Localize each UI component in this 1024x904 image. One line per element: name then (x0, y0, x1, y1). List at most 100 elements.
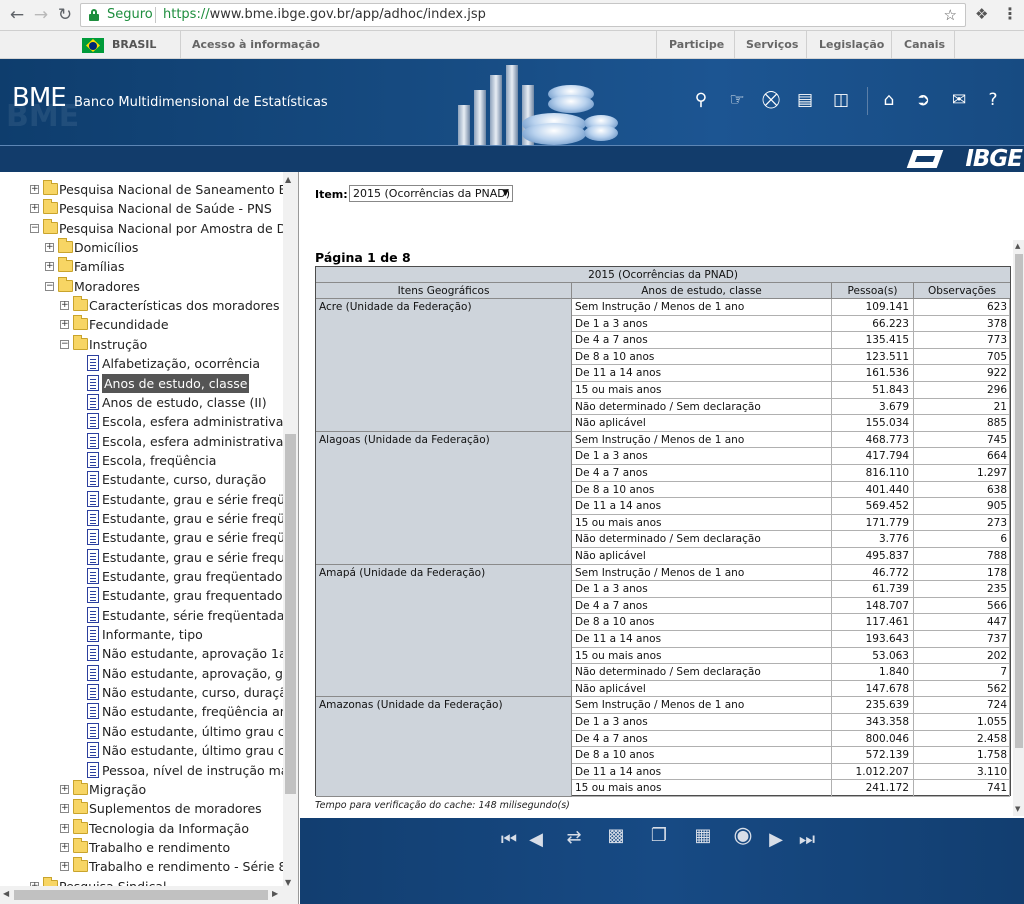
tree-item[interactable]: Anos de estudo, classe (0, 373, 283, 393)
tree-item[interactable]: + Pesquisa Nacional de Saneamento B (0, 180, 287, 199)
scroll-right-icon[interactable]: ▶ (272, 889, 278, 898)
tree-item[interactable]: Não estudante, último grau c (0, 722, 285, 741)
back-icon[interactable]: ← (6, 4, 28, 26)
add-to-cart-icon[interactable]: ☞ (726, 89, 748, 111)
scroll-down-icon[interactable]: ▼ (1015, 805, 1020, 813)
tree-item[interactable]: Estudante, grau e série freqü (0, 528, 285, 547)
exit-icon[interactable]: ➲ (912, 89, 934, 111)
tree-item-label[interactable]: Estudante, série freqüentada (102, 606, 284, 625)
tree-item-label[interactable]: Características dos moradores (89, 296, 280, 315)
trash-icon[interactable]: ◫ (830, 89, 852, 111)
tree-item[interactable]: Não estudante, freqüência an (0, 702, 288, 721)
tree-item-label[interactable]: Estudante, grau freqüentado (102, 567, 283, 586)
tree-item[interactable]: Pessoa, nível de instrução ma (0, 761, 288, 780)
tree-item-label[interactable]: Estudante, grau e série freqü (102, 528, 285, 547)
tree-item-label[interactable]: Pesquisa Nacional de Saúde - PNS (59, 199, 272, 218)
tree-item-label[interactable]: Famílias (74, 257, 124, 276)
tree-item-label[interactable]: Estudante, grau frequentado (102, 586, 283, 605)
tree-item[interactable]: + Pesquisa Nacional de Saúde - PNS (0, 199, 283, 218)
servicos-link[interactable]: Serviços (746, 31, 798, 59)
cart-icon[interactable]: ▤ (794, 89, 816, 111)
tree-hscroll-thumb[interactable] (14, 890, 268, 900)
tree-item[interactable]: Escola, esfera administrativa (0, 412, 283, 431)
expand-icon[interactable]: + (30, 185, 39, 194)
first-page-icon[interactable]: ⏮ (498, 828, 520, 852)
expand-icon[interactable]: + (30, 204, 39, 214)
calendar-grid-icon[interactable]: ▦ (690, 824, 716, 848)
expand-icon[interactable]: + (60, 842, 69, 852)
tree-item-label[interactable]: Não estudante, aprovação, gr (102, 664, 288, 683)
tree-item-label-selected[interactable]: Anos de estudo, classe (102, 373, 250, 393)
brasil-link[interactable]: BRASIL (112, 31, 156, 59)
tree-item[interactable]: + Tecnologia da Informação (0, 818, 283, 838)
home-icon[interactable]: ⌂ (878, 89, 900, 111)
mail-icon[interactable]: ✉ (948, 89, 970, 111)
tree-item-label[interactable]: Escola, esfera administrativa (102, 432, 283, 451)
tree-item-label[interactable]: Escola, freqüência (102, 451, 216, 470)
tree-item-label[interactable]: Não estudante, curso, duraçã (102, 683, 287, 702)
expand-icon[interactable]: + (60, 823, 69, 833)
help-icon[interactable]: ? (982, 89, 1004, 111)
participe-link[interactable]: Participe (669, 31, 724, 59)
tree-item[interactable]: + Migração (0, 779, 283, 799)
tree-item[interactable]: Não estudante, aprovação 1a (0, 644, 287, 663)
tree-item-label[interactable]: Escola, esfera administrativa (102, 412, 283, 431)
tree-item[interactable]: Estudante, grau frequentado (0, 586, 283, 605)
tree-item[interactable]: + Famílias (0, 257, 283, 276)
scroll-left-icon[interactable]: ◀ (3, 889, 9, 898)
tree-item-label[interactable]: Pesquisa Nacional de Saneamento B (59, 180, 287, 199)
tree-item[interactable]: Estudante, curso, duração (0, 470, 283, 489)
tree-item[interactable]: Não estudante, curso, duraçã (0, 683, 287, 702)
windows-icon[interactable]: ❐ (646, 824, 672, 848)
tree-item-label[interactable]: Informante, tipo (102, 625, 203, 644)
refresh-icon[interactable]: ⇄ (562, 826, 586, 850)
legislacao-link[interactable]: Legislação (819, 31, 884, 59)
tree-item-label[interactable]: Domicílios (74, 238, 138, 257)
expand-icon[interactable]: + (45, 243, 54, 253)
last-page-icon[interactable]: ⏭ (796, 828, 818, 852)
ibge-logo[interactable]: IBGE (965, 146, 1023, 172)
tree-item-label[interactable]: Tecnologia da Informação (89, 819, 249, 838)
tree-item-label[interactable]: Moradores (74, 277, 140, 296)
tree-item[interactable]: Estudante, série freqüentada (0, 606, 284, 625)
collapse-icon[interactable]: − (45, 281, 54, 291)
globe-icon[interactable]: ◉ (730, 824, 756, 848)
tree-item-label[interactable]: Estudante, grau e série freqü (102, 490, 285, 509)
tree-item-label[interactable]: Não estudante, freqüência an (102, 702, 288, 721)
brazil-flag-icon[interactable] (82, 38, 104, 53)
expand-icon[interactable]: + (60, 301, 69, 311)
scroll-up-icon[interactable]: ▲ (1015, 242, 1020, 250)
tree-item[interactable]: − Moradores (0, 276, 283, 296)
tree-item-label[interactable]: Não estudante, último grau c (102, 741, 285, 760)
tree-item[interactable]: Estudante, grau e série freqü (0, 509, 285, 528)
content-scroll-thumb[interactable] (1015, 254, 1023, 748)
tree-item-label[interactable]: Migração (89, 780, 146, 799)
bookmark-star-icon[interactable]: ☆ (944, 4, 957, 26)
address-bar[interactable]: Seguro https://www.bme.ibge.gov.br/app/a… (80, 3, 966, 27)
previous-page-icon[interactable]: ◀ (526, 828, 546, 852)
tree-item-label[interactable]: Pessoa, nível de instrução ma (102, 761, 288, 780)
expand-icon[interactable]: + (45, 262, 54, 272)
tree-item-label[interactable]: Não estudante, último grau c (102, 722, 285, 741)
tree-item[interactable]: Escola, esfera administrativa (0, 432, 283, 451)
reload-icon[interactable]: ↻ (54, 4, 76, 26)
tree-item-label[interactable]: Trabalho e rendimento - Série 8 (89, 857, 286, 876)
tree-item[interactable]: − Pesquisa Nacional por Amostra de D (0, 218, 286, 238)
tree-item-label[interactable]: Trabalho e rendimento (89, 838, 230, 857)
save-icon[interactable]: ▩ (604, 824, 628, 848)
forward-icon[interactable]: → (30, 4, 52, 26)
tree-item[interactable]: Estudante, grau freqüentado (0, 567, 283, 586)
tree-item[interactable]: + Características dos moradores (0, 296, 283, 315)
tree-item[interactable]: Não estudante, aprovação, gr (0, 664, 288, 683)
search-icon[interactable]: ⚲ (690, 89, 712, 111)
tree-item-label[interactable]: Não estudante, aprovação 1a (102, 644, 287, 663)
tree-item-label[interactable]: Estudante, grau e série frequ (102, 548, 285, 567)
tree-scroll-thumb[interactable] (285, 434, 296, 794)
tree-item[interactable]: Escola, freqüência (0, 451, 283, 470)
expand-icon[interactable]: + (60, 320, 69, 330)
tree-item[interactable]: Não estudante, último grau c (0, 741, 285, 760)
tree-item[interactable]: + Trabalho e rendimento - Série 8 (0, 857, 286, 876)
canais-link[interactable]: Canais (904, 31, 945, 59)
tree-item-label[interactable]: Anos de estudo, classe (II) (102, 393, 267, 412)
tree-item-label[interactable]: Suplementos de moradores (89, 799, 262, 818)
